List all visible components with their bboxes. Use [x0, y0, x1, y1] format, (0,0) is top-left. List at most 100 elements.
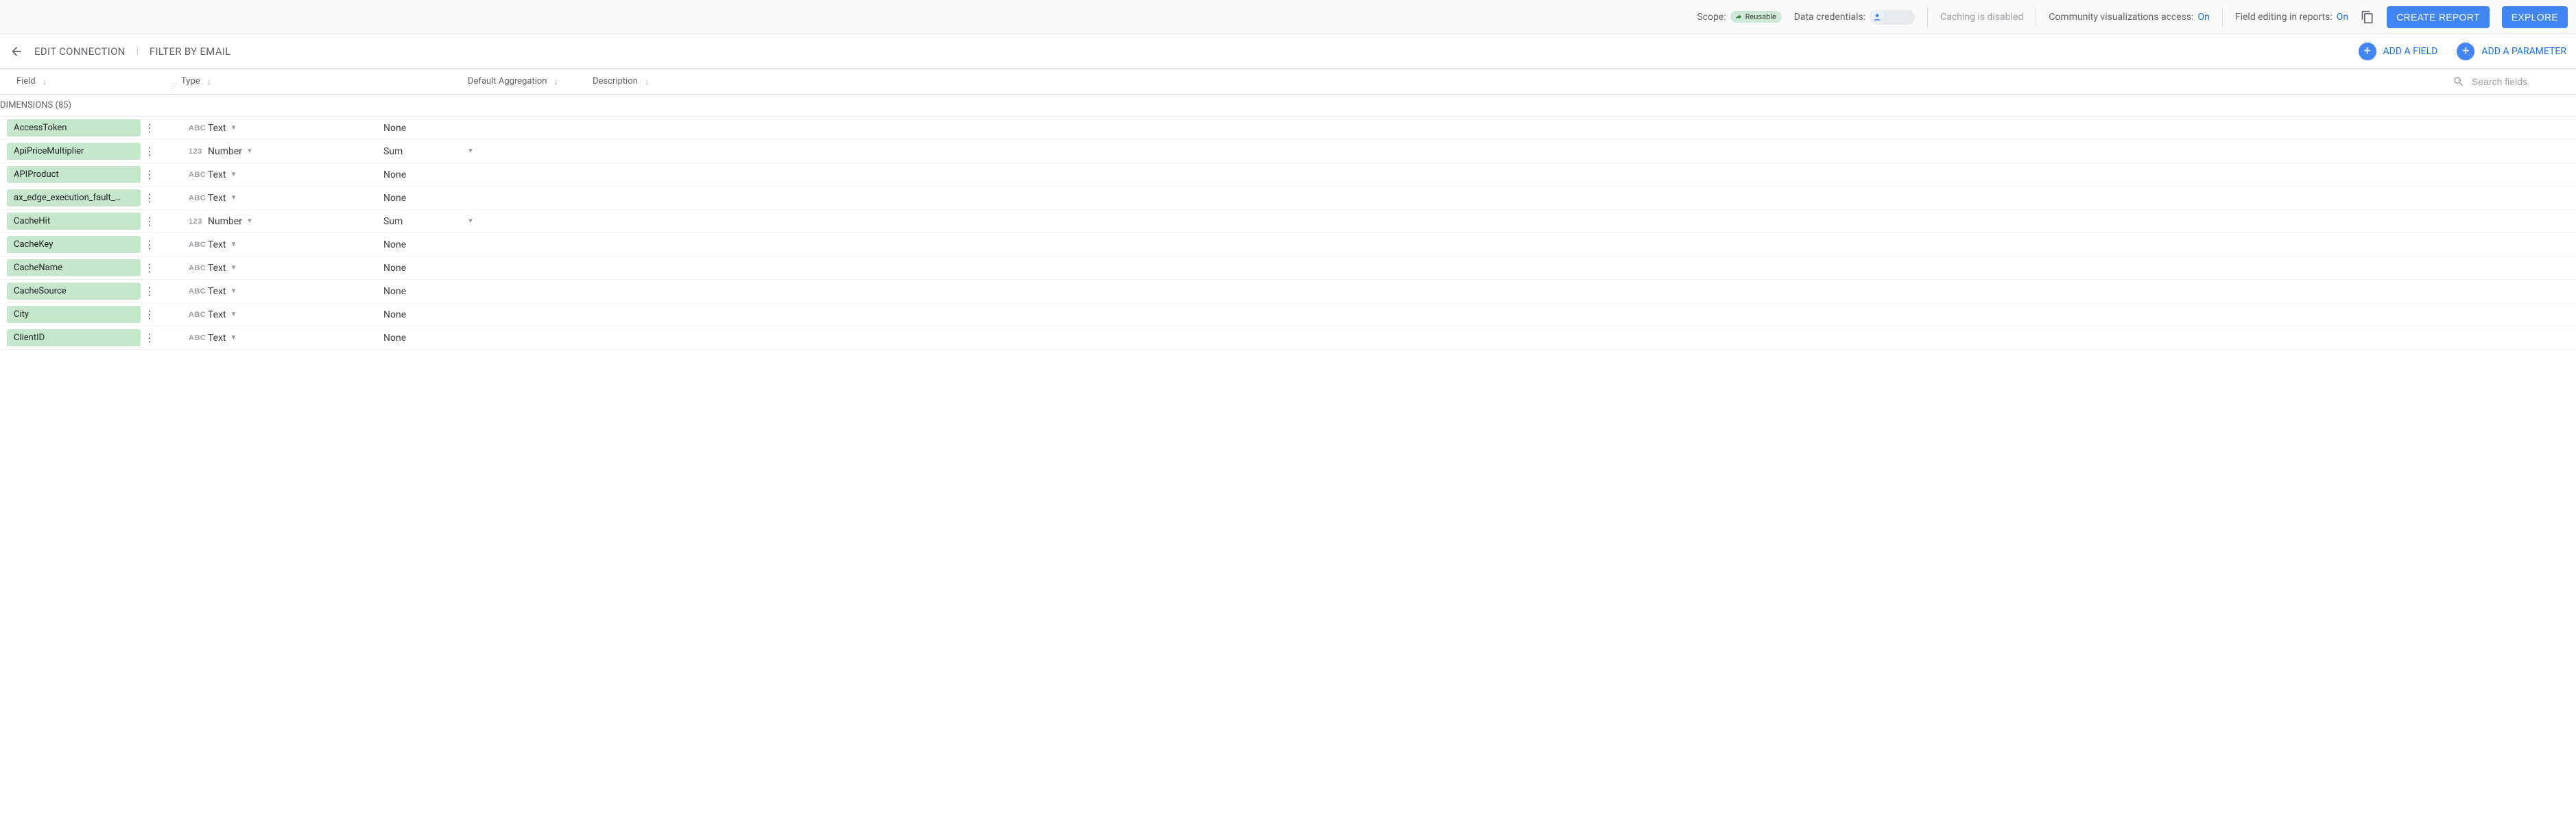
- aggregation-label: None: [383, 123, 406, 134]
- chevron-down-icon: ▼: [230, 241, 237, 248]
- add-parameter-label: ADD A PARAMETER: [2481, 46, 2566, 57]
- col-header-aggregation[interactable]: Default Aggregation ↓: [421, 76, 558, 87]
- table-row: CacheSource⋮ABCText▼None: [0, 280, 2576, 303]
- field-chip[interactable]: City: [7, 306, 141, 323]
- aggregation-cell: None: [383, 333, 485, 344]
- row-menu-icon[interactable]: ⋮: [141, 191, 158, 204]
- field-chip[interactable]: ApiPriceMultiplier: [7, 143, 141, 160]
- community-viz-label: Community visualizations access:: [2049, 12, 2193, 23]
- add-field-button[interactable]: + ADD A FIELD: [2359, 43, 2438, 60]
- field-chip[interactable]: ClientID: [7, 329, 141, 346]
- aggregation-cell: None: [383, 123, 485, 134]
- row-menu-icon[interactable]: ⋮: [141, 168, 158, 181]
- explore-button[interactable]: EXPLORE: [2502, 6, 2568, 28]
- resize-handle-icon[interactable]: ⋰: [171, 83, 177, 90]
- row-menu-icon[interactable]: ⋮: [141, 121, 158, 134]
- field-chip[interactable]: ax_edge_execution_fault_…: [7, 189, 141, 206]
- caching-config: Caching is disabled: [1940, 12, 2023, 23]
- type-dropdown[interactable]: Number ▼: [208, 146, 383, 157]
- add-parameter-button[interactable]: + ADD A PARAMETER: [2457, 43, 2566, 60]
- config-bar: Scope: Reusable Data credentials: Cachin…: [0, 0, 2576, 34]
- field-chip[interactable]: APIProduct: [7, 166, 141, 183]
- type-label: Number: [208, 146, 242, 157]
- field-editing-value[interactable]: On: [2337, 12, 2348, 23]
- field-chip[interactable]: CacheSource: [7, 283, 141, 300]
- sort-arrow-icon: ↓: [207, 76, 212, 87]
- col-header-field[interactable]: Field ↓ ⋰: [16, 76, 181, 87]
- col-header-type-label: Type: [181, 76, 200, 86]
- sort-arrow-icon: ↓: [645, 76, 649, 87]
- scope-chip-label: Reusable: [1745, 12, 1776, 21]
- table-row: CacheKey⋮ABCText▼None: [0, 233, 2576, 257]
- row-menu-icon[interactable]: ⋮: [141, 145, 158, 158]
- row-menu-icon[interactable]: ⋮: [141, 238, 158, 251]
- chevron-down-icon: ▼: [230, 264, 237, 272]
- type-label: Text: [208, 193, 226, 204]
- aggregation-cell[interactable]: Sum▼: [383, 146, 485, 157]
- nav-bar: EDIT CONNECTION | FILTER BY EMAIL + ADD …: [0, 34, 2576, 69]
- type-dropdown[interactable]: Number ▼: [208, 216, 383, 227]
- credentials-toggle[interactable]: [1870, 10, 1915, 25]
- row-menu-icon[interactable]: ⋮: [141, 331, 158, 344]
- dimensions-group-header: DIMENSIONS (85): [0, 95, 2576, 117]
- type-dropdown[interactable]: Text▼: [208, 193, 383, 204]
- type-dropdown[interactable]: Text▼: [208, 169, 383, 180]
- type-dropdown[interactable]: Text ▼: [208, 239, 383, 250]
- chevron-down-icon: ▼: [463, 217, 478, 225]
- search-icon: [2453, 75, 2465, 88]
- plus-icon: +: [2359, 43, 2376, 60]
- separator: |: [136, 46, 139, 56]
- plus-icon: +: [2457, 43, 2474, 60]
- aggregation-label: None: [383, 309, 406, 320]
- text-type-icon: ABC: [189, 311, 208, 319]
- col-header-field-label: Field: [16, 76, 36, 86]
- chevron-down-icon: ▼: [246, 147, 253, 155]
- back-arrow-icon[interactable]: [10, 45, 23, 58]
- table-row: ax_edge_execution_fault_…⋮ABCText▼None: [0, 187, 2576, 210]
- aggregation-label: None: [383, 286, 406, 297]
- type-label: Text: [208, 263, 226, 274]
- filter-by-email-link[interactable]: FILTER BY EMAIL: [150, 45, 231, 58]
- chevron-down-icon: ▼: [230, 124, 237, 132]
- type-label: Text: [208, 309, 226, 320]
- search-input[interactable]: [2472, 76, 2568, 87]
- copy-icon[interactable]: [2361, 10, 2374, 24]
- row-menu-icon[interactable]: ⋮: [141, 285, 158, 298]
- field-chip[interactable]: AccessToken: [7, 119, 141, 136]
- create-report-button[interactable]: CREATE REPORT: [2387, 6, 2490, 28]
- data-credentials-config: Data credentials:: [1794, 10, 1916, 25]
- text-type-icon: ABC: [189, 124, 208, 132]
- avatar-icon: [1870, 10, 1884, 24]
- table-row: CacheName⋮ABCText▼None: [0, 257, 2576, 280]
- row-menu-icon[interactable]: ⋮: [141, 215, 158, 228]
- type-dropdown[interactable]: Text▼: [208, 333, 383, 344]
- aggregation-label: None: [383, 193, 406, 204]
- field-chip[interactable]: CacheName: [7, 259, 141, 276]
- type-label: Text: [208, 239, 226, 250]
- search-fields: [2453, 75, 2568, 88]
- add-field-label: ADD A FIELD: [2383, 46, 2438, 57]
- aggregation-label: Sum: [383, 146, 403, 157]
- col-header-type[interactable]: Type ↓: [181, 76, 421, 87]
- row-menu-icon[interactable]: ⋮: [141, 308, 158, 321]
- row-menu-icon[interactable]: ⋮: [141, 261, 158, 274]
- type-label: Number: [208, 216, 242, 227]
- table-row: City⋮ ABCText▼None: [0, 303, 2576, 326]
- nav-right: + ADD A FIELD + ADD A PARAMETER: [2359, 43, 2566, 60]
- scope-chip[interactable]: Reusable: [1730, 11, 1782, 23]
- edit-connection-link[interactable]: EDIT CONNECTION: [34, 45, 126, 58]
- field-chip[interactable]: CacheHit: [7, 213, 141, 230]
- text-type-icon: ABC: [189, 171, 208, 179]
- aggregation-cell[interactable]: Sum▼: [383, 216, 485, 227]
- text-type-icon: ABC: [189, 241, 208, 249]
- col-header-description[interactable]: Description ↓: [558, 76, 695, 87]
- type-dropdown[interactable]: Text▼: [208, 309, 383, 320]
- aggregation-label: None: [383, 169, 406, 180]
- table-row: ApiPriceMultiplier⋮123Number▼Sum▼: [0, 140, 2576, 163]
- field-chip[interactable]: CacheKey: [7, 236, 141, 253]
- type-dropdown[interactable]: Text▼: [208, 286, 383, 297]
- chevron-down-icon: ▼: [246, 217, 253, 225]
- community-viz-value[interactable]: On: [2197, 12, 2209, 23]
- type-dropdown[interactable]: Text▼: [208, 123, 383, 134]
- type-dropdown[interactable]: Text ▼: [208, 263, 383, 274]
